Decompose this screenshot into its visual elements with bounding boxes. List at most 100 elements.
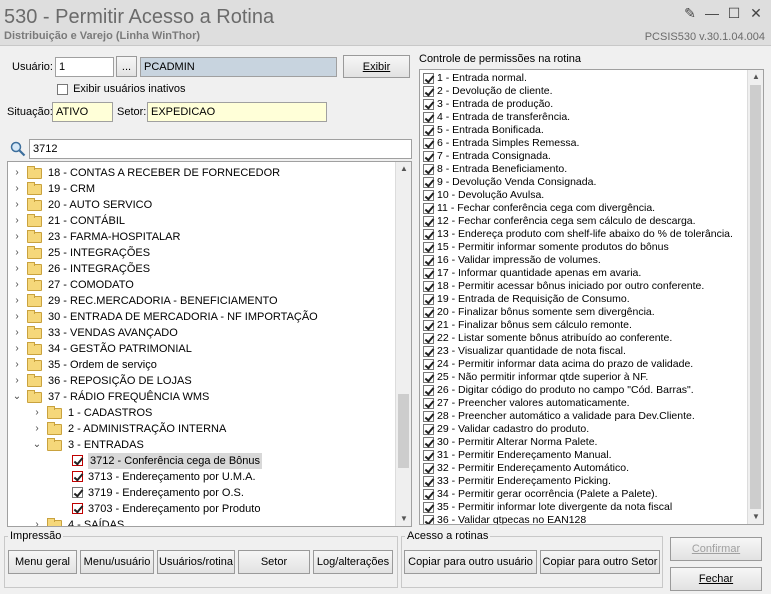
permissions-scrollbar[interactable]: ▲ ▼	[747, 70, 763, 524]
tree-folder-node[interactable]: ⌄ 37 - RÁDIO FREQUÊNCIA WMS	[8, 389, 396, 405]
tree-folder-node[interactable]: › 4 - SAÍDAS	[8, 517, 396, 526]
scroll-up-icon[interactable]: ▲	[748, 70, 763, 84]
permission-item[interactable]: 10 - Devolução Avulsa.	[423, 189, 544, 202]
permission-checkbox[interactable]	[423, 332, 434, 344]
permission-checkbox[interactable]	[423, 319, 434, 331]
permission-item[interactable]: 32 - Permitir Endereçamento Automático.	[423, 462, 629, 475]
checkbox-box[interactable]	[57, 83, 68, 95]
chevron-right-icon[interactable]: ›	[32, 421, 42, 437]
permission-item[interactable]: 29 - Validar cadastro do produto.	[423, 423, 589, 436]
tree-folder-node[interactable]: › 29 - REC.MERCADORIA - BENEFICIAMENTO	[8, 293, 396, 309]
permission-checkbox[interactable]	[423, 410, 434, 422]
tree-folder-node[interactable]: › 30 - ENTRADA DE MERCADORIA - NF IMPORTA…	[8, 309, 396, 325]
chevron-right-icon[interactable]: ›	[12, 325, 22, 341]
permission-item[interactable]: 24 - Permitir informar data acima do pra…	[423, 358, 693, 371]
permission-item[interactable]: 31 - Permitir Endereçamento Manual.	[423, 449, 612, 462]
permission-checkbox[interactable]	[423, 423, 434, 435]
inactive-users-checkbox[interactable]: Exibir usuários inativos	[57, 83, 186, 95]
routine-tree[interactable]: › 18 - CONTAS A RECEBER DE FORNECEDOR › 19 …	[7, 161, 412, 527]
permission-checkbox[interactable]	[423, 475, 434, 487]
tree-folder-node[interactable]: › 18 - CONTAS A RECEBER DE FORNECEDOR	[8, 165, 396, 181]
print-menu-usuario-button[interactable]: Menu/usuário	[80, 550, 154, 574]
permission-checkbox[interactable]	[423, 306, 434, 318]
permission-checkbox[interactable]	[423, 501, 434, 513]
scroll-down-icon[interactable]: ▼	[396, 512, 411, 526]
user-name-field[interactable]: PCADMIN	[140, 57, 337, 77]
tree-routine-node[interactable]: 3719 - Endereçamento por O.S.	[8, 485, 396, 501]
tree-folder-node[interactable]: › 35 - Ordem de serviço	[8, 357, 396, 373]
chevron-right-icon[interactable]: ›	[12, 341, 22, 357]
permission-checkbox[interactable]	[423, 124, 434, 136]
copy-to-sector-button[interactable]: Copiar para outro Setor	[540, 550, 660, 574]
permission-item[interactable]: 19 - Entrada de Requisição de Consumo.	[423, 293, 630, 306]
permission-item[interactable]: 36 - Validar qtpecas no EAN128	[423, 514, 586, 524]
routine-checkbox[interactable]	[72, 455, 83, 466]
permission-checkbox[interactable]	[423, 137, 434, 149]
permission-checkbox[interactable]	[423, 150, 434, 162]
chevron-right-icon[interactable]: ›	[12, 245, 22, 261]
scroll-up-icon[interactable]: ▲	[396, 162, 411, 176]
permission-item[interactable]: 35 - Permitir informar lote divergente d…	[423, 501, 672, 514]
print-setor-button[interactable]: Setor	[238, 550, 310, 574]
permission-checkbox[interactable]	[423, 228, 434, 240]
permission-checkbox[interactable]	[423, 488, 434, 500]
permission-item[interactable]: 22 - Listar somente bônus atribuído ao c…	[423, 332, 672, 345]
permission-item[interactable]: 25 - Não permitir informar qtde superior…	[423, 371, 648, 384]
chevron-right-icon[interactable]: ›	[12, 197, 22, 213]
user-lookup-button[interactable]: ...	[116, 56, 137, 77]
tree-folder-node[interactable]: › 25 - INTEGRAÇÕES	[8, 245, 396, 261]
permission-item[interactable]: 30 - Permitir Alterar Norma Palete.	[423, 436, 597, 449]
chevron-right-icon[interactable]: ›	[12, 293, 22, 309]
permission-checkbox[interactable]	[423, 280, 434, 292]
tree-folder-node[interactable]: › 34 - GESTÃO PATRIMONIAL	[8, 341, 396, 357]
permission-item[interactable]: 8 - Entrada Beneficiamento.	[423, 163, 567, 176]
permission-item[interactable]: 20 - Finalizar bônus somente sem divergê…	[423, 306, 655, 319]
maximize-icon[interactable]: ☐	[725, 4, 743, 22]
chevron-right-icon[interactable]: ›	[12, 277, 22, 293]
tree-folder-node[interactable]: › 23 - FARMA-HOSPITALAR	[8, 229, 396, 245]
permission-item[interactable]: 4 - Entrada de transferência.	[423, 111, 570, 124]
permission-checkbox[interactable]	[423, 449, 434, 461]
tree-folder-node[interactable]: ⌄ 3 - ENTRADAS	[8, 437, 396, 453]
permission-item[interactable]: 18 - Permitir acessar bônus iniciado por…	[423, 280, 704, 293]
permission-checkbox[interactable]	[423, 176, 434, 188]
permission-checkbox[interactable]	[423, 241, 434, 253]
user-code-field[interactable]: 1	[55, 57, 114, 77]
permission-checkbox[interactable]	[423, 371, 434, 383]
permissions-list[interactable]: 1 - Entrada normal. 2 - Devolução de clie…	[419, 69, 764, 525]
scroll-down-icon[interactable]: ▼	[748, 510, 763, 524]
permission-item[interactable]: 28 - Preencher automático a validade par…	[423, 410, 695, 423]
permission-item[interactable]: 15 - Permitir informar somente produtos …	[423, 241, 669, 254]
minimize-icon[interactable]: —	[703, 4, 721, 22]
permission-item[interactable]: 33 - Permitir Endereçamento Picking.	[423, 475, 611, 488]
permission-item[interactable]: 1 - Entrada normal.	[423, 72, 527, 85]
routine-search-input[interactable]: 3712	[29, 139, 412, 159]
tree-routine-node[interactable]: 3712 - Conferência cega de Bônus	[8, 453, 396, 469]
permission-item[interactable]: 16 - Validar impressão de volumes.	[423, 254, 601, 267]
chevron-right-icon[interactable]: ›	[12, 373, 22, 389]
permission-checkbox[interactable]	[423, 358, 434, 370]
permission-item[interactable]: 12 - Fechar conferência cega sem cálculo…	[423, 215, 696, 228]
chevron-right-icon[interactable]: ›	[12, 261, 22, 277]
chevron-right-icon[interactable]: ›	[12, 165, 22, 181]
situacao-field[interactable]: ATIVO	[52, 102, 113, 122]
chevron-right-icon[interactable]: ›	[12, 357, 22, 373]
permission-item[interactable]: 3 - Entrada de produção.	[423, 98, 553, 111]
tree-routine-node[interactable]: 3703 - Endereçamento por Produto	[8, 501, 396, 517]
permission-checkbox[interactable]	[423, 215, 434, 227]
permission-checkbox[interactable]	[423, 514, 434, 524]
chevron-right-icon[interactable]: ›	[32, 405, 42, 421]
tree-folder-node[interactable]: › 27 - COMODATO	[8, 277, 396, 293]
permission-item[interactable]: 11 - Fechar conferência cega com divergê…	[423, 202, 655, 215]
chevron-right-icon[interactable]: ›	[32, 517, 42, 526]
permission-checkbox[interactable]	[423, 397, 434, 409]
permission-checkbox[interactable]	[423, 85, 434, 97]
permission-item[interactable]: 17 - Informar quantidade apenas em avari…	[423, 267, 641, 280]
tree-scrollbar[interactable]: ▲ ▼	[395, 162, 411, 526]
permission-item[interactable]: 2 - Devolução de cliente.	[423, 85, 553, 98]
scroll-thumb[interactable]	[750, 85, 761, 509]
permission-checkbox[interactable]	[423, 163, 434, 175]
permission-checkbox[interactable]	[423, 189, 434, 201]
permission-item[interactable]: 23 - Visualizar quantidade de nota fisca…	[423, 345, 626, 358]
chevron-right-icon[interactable]: ›	[12, 213, 22, 229]
